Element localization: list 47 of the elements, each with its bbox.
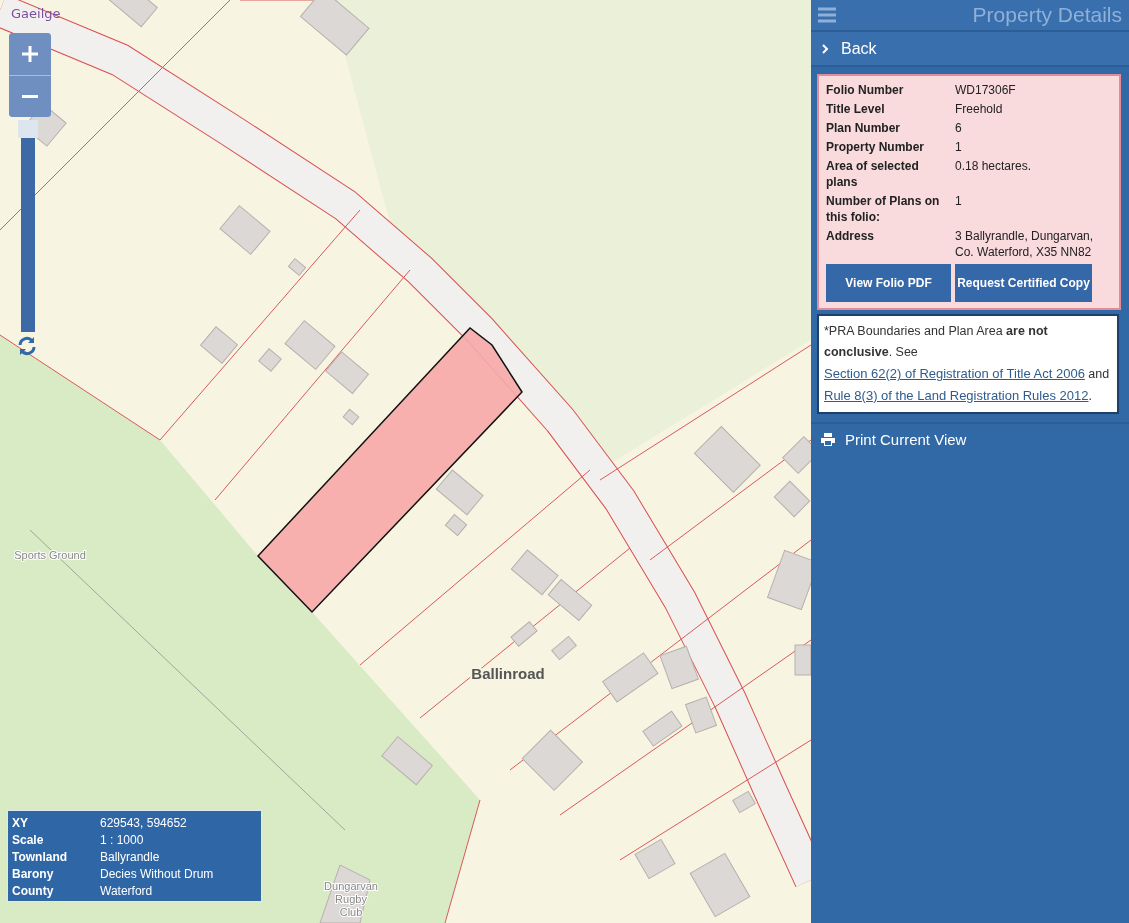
legislation-link[interactable]: Section 62(2) of Registration of Title Act 2006 (824, 366, 1085, 381)
slider-handle[interactable] (18, 120, 38, 138)
field-value: 1 (955, 139, 963, 155)
refresh-icon[interactable] (17, 336, 37, 356)
field-label: Address (826, 228, 876, 245)
map-background[interactable]: Ballinroad Sports Ground Dungarvan Rugby Club Gaeilge XY 629543, 594652 Scale 1 : 1000 Townland Ballyrandle Barony Decies Without Drum County Waterford (0, 0, 811, 923)
field-label: Folio Number (826, 82, 905, 98)
field-label: Number of Plans on this folio: (826, 193, 941, 225)
legislation-link[interactable]: Rule 8(3) of the Land Registration Rules 2012 (824, 388, 1089, 403)
field-label: Title Level (826, 101, 886, 117)
field-value: Freehold (955, 101, 1004, 117)
field-label: Plan Number (826, 120, 901, 136)
menu-icon[interactable] (818, 7, 836, 23)
request-copy-button[interactable]: Request Certified Copy (955, 264, 1092, 302)
info-value: Waterford (100, 884, 154, 898)
plus-icon (21, 45, 39, 63)
view-pdf-button[interactable]: View Folio PDF (826, 264, 951, 302)
selected-parcel[interactable] (256, 327, 523, 614)
field-label: Property Number (826, 139, 926, 155)
disclaimer-text: *PRA Boundaries and Plan Area are not conclusive. See Section 62(2) of Registration of Title Act 2006 and Rule 8(3) of the Land Registration Rules 2012. (817, 314, 1119, 414)
info-value: Ballyrandle (100, 850, 161, 864)
feature-label: Dungarvan Rugby Club (324, 880, 378, 918)
zoom-out-button[interactable] (9, 75, 51, 117)
field-value: 6 (955, 120, 963, 136)
field-value: 0.18 hectares. (955, 158, 1033, 175)
minus-icon (22, 95, 38, 98)
info-value: 1 : 1000 (100, 833, 145, 847)
info-label: XY (12, 816, 29, 830)
back-link[interactable]: Back (811, 32, 1129, 67)
place-label: Ballinroad (471, 665, 545, 682)
feature-label: Sports Ground (14, 549, 86, 561)
chevron-icon (821, 43, 829, 54)
field-value: 1 (955, 193, 963, 210)
info-value: 629543, 594652 (100, 816, 188, 830)
field-label: Area of selected plans (826, 158, 920, 190)
info-label: Townland (12, 850, 69, 864)
info-label: Barony (12, 867, 55, 881)
info-label: County (12, 884, 55, 898)
info-label: Scale (12, 833, 45, 847)
language-link[interactable]: Gaeilge (11, 6, 61, 21)
print-link[interactable]: Print Current View (811, 422, 1129, 455)
info-value: Decies Without Drum (100, 867, 215, 881)
panel-title: Property Details (972, 3, 1122, 27)
field-value: WD17306F (955, 82, 1017, 98)
zoom-slider[interactable] (18, 120, 38, 332)
printer-icon (821, 433, 835, 446)
field-value: 3 Ballyrandle, Dungarvan, Co. Waterford, X35 NN82 (955, 228, 1095, 260)
